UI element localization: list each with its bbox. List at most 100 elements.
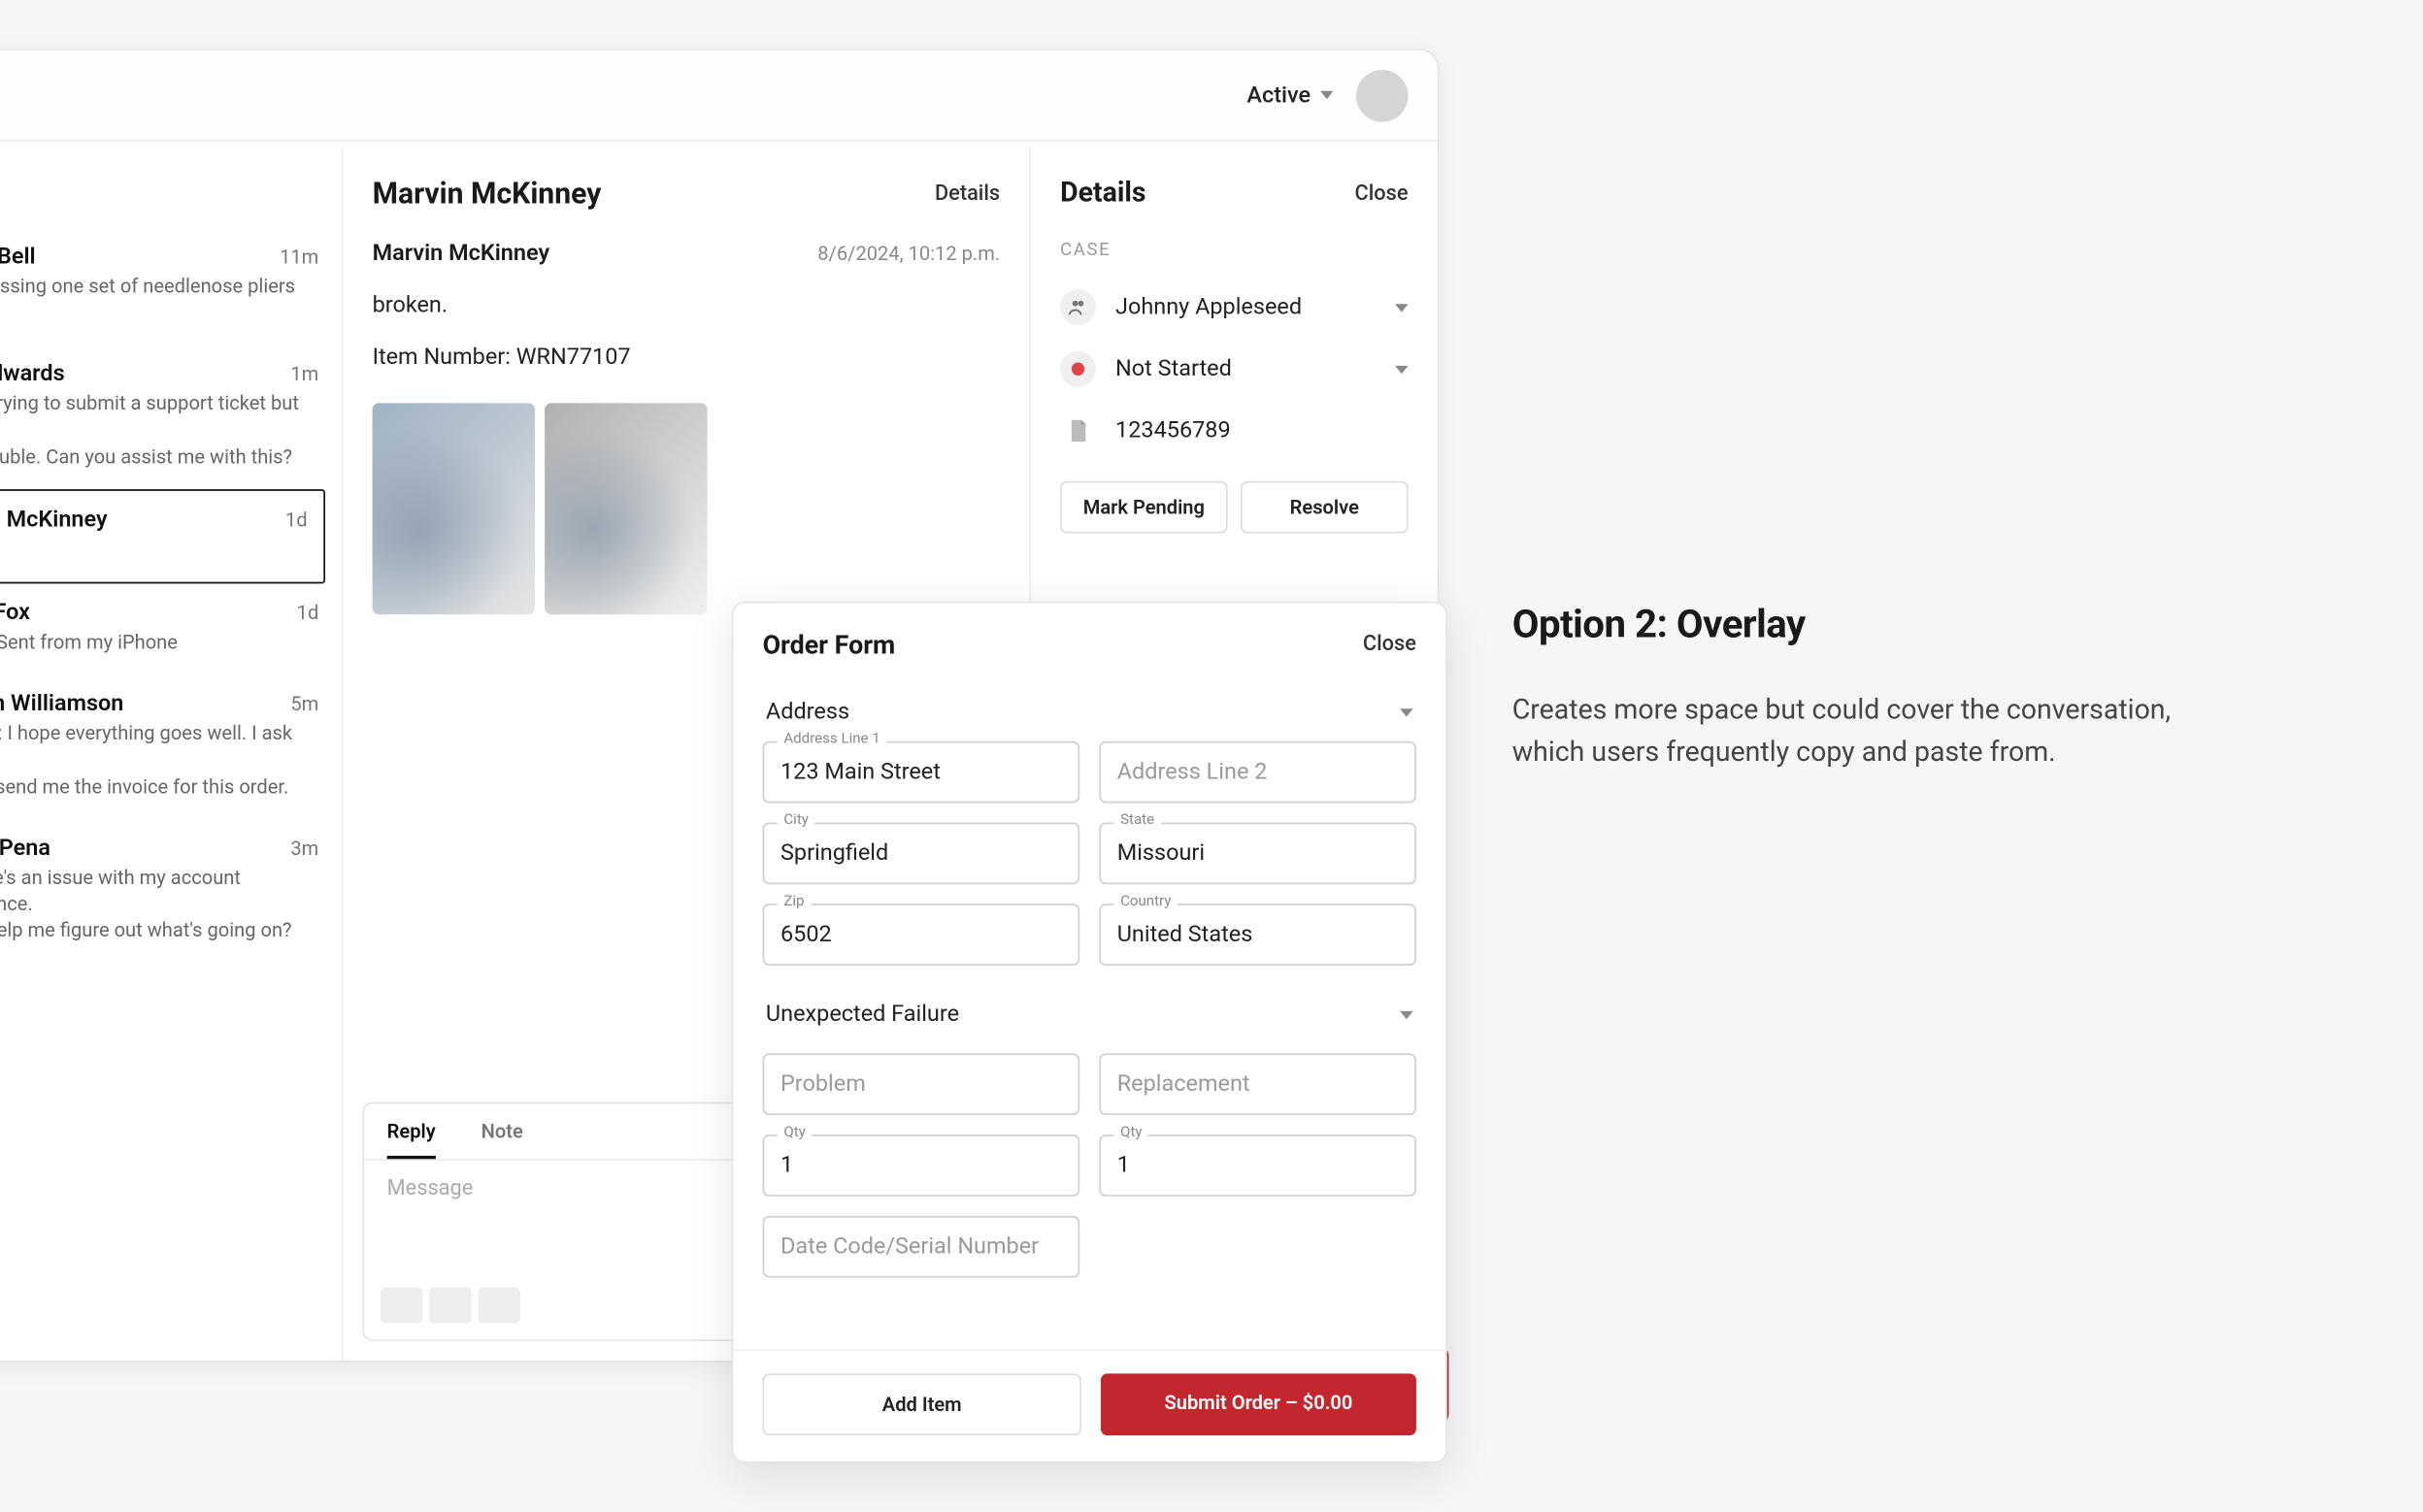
inbox-item-selected[interactable]: vin McKinney 1d n. xyxy=(0,489,325,583)
reply-tab-note[interactable]: Note xyxy=(481,1103,523,1159)
field-placeholder: Replacement xyxy=(1117,1071,1250,1098)
inbox-item-time: 1m xyxy=(290,363,318,385)
inbox-item[interactable]: me Bell 11m ly missing one set of needle… xyxy=(0,228,342,345)
inbox-item-name: nor Pena xyxy=(0,836,50,862)
details-title: Details xyxy=(1060,178,1145,211)
address-line-1-field[interactable]: Address Line 1 123 Main Street xyxy=(763,741,1080,804)
city-field[interactable]: City Springfield xyxy=(763,823,1080,885)
inbox-item[interactable]: nor Pena 3m there's an issue with my acc… xyxy=(0,819,342,963)
inbox-column: x me Bell 11m ly missing one set of need… xyxy=(0,148,343,1361)
problem-field[interactable]: Problem xyxy=(763,1053,1080,1115)
inbox-item-preview: n. xyxy=(0,537,308,563)
inbox-item-time: 5m xyxy=(290,693,318,715)
field-value: 6502 xyxy=(780,922,832,948)
order-form-close[interactable]: Close xyxy=(1363,633,1416,657)
reply-tab-reply[interactable]: Reply xyxy=(387,1103,436,1159)
status-dropdown[interactable]: Not Started xyxy=(1031,338,1438,400)
case-number-row: 123456789 xyxy=(1031,400,1438,462)
state-field[interactable]: State Missouri xyxy=(1099,823,1416,885)
field-placeholder: Address Line 2 xyxy=(1117,759,1268,785)
status-text: Not Started xyxy=(1115,356,1376,382)
chevron-down-icon xyxy=(1320,91,1333,99)
address-section-label: Address xyxy=(766,699,849,725)
inbox-item[interactable]: eron Williamson 5m cton: I hope everythi… xyxy=(0,675,342,819)
order-form-title: Order Form xyxy=(763,629,896,660)
inbox-item-time: 1d xyxy=(297,602,319,624)
chevron-down-icon xyxy=(1395,365,1408,373)
replacement-field[interactable]: Replacement xyxy=(1099,1053,1416,1115)
explainer-title: Option 2: Overlay xyxy=(1512,602,2196,647)
avatar[interactable] xyxy=(1356,69,1409,121)
explainer-panel: Option 2: Overlay Creates more space but… xyxy=(1512,602,2196,775)
address-line-2-field[interactable]: Address Line 2 xyxy=(1099,741,1416,804)
field-label: City xyxy=(778,813,815,830)
inbox-item[interactable]: h Edwards 1m I'm trying to submit a supp… xyxy=(0,345,342,489)
status-label: Active xyxy=(1246,82,1311,109)
status-dropdown[interactable]: Active xyxy=(1246,82,1333,109)
assignee-name: Johnny Appleseed xyxy=(1115,294,1376,320)
message-author: Marvin McKinney xyxy=(373,241,550,267)
attachment-image[interactable] xyxy=(373,403,536,614)
case-section-label: CASE xyxy=(1031,226,1438,277)
reply-action-icon[interactable] xyxy=(478,1288,520,1324)
reason-label: Unexpected Failure xyxy=(766,1002,959,1028)
explainer-body: Creates more space but could cover the c… xyxy=(1512,689,2196,774)
inbox-item-preview: I'm trying to submit a support ticket bu… xyxy=(0,391,318,470)
inbox-item-preview: ly missing one set of needlenose pliers … xyxy=(0,273,318,325)
field-placeholder: Problem xyxy=(780,1071,866,1098)
add-item-button[interactable]: Add Item xyxy=(763,1373,1081,1435)
inbox-item-time: 1d xyxy=(285,509,308,531)
inbox-item-preview: there's an issue with my account balance… xyxy=(0,865,318,943)
case-number: 123456789 xyxy=(1115,417,1409,444)
country-field[interactable]: Country United States xyxy=(1099,904,1416,966)
field-label: State xyxy=(1113,813,1160,830)
field-value: United States xyxy=(1117,922,1253,948)
field-value: Missouri xyxy=(1117,840,1205,867)
inbox-item-name: h Edwards xyxy=(0,361,65,387)
inbox-item[interactable]: ert Fox 1d fine Sent from my iPhone xyxy=(0,584,342,675)
attachment-image[interactable] xyxy=(545,403,708,614)
field-value: 1 xyxy=(1117,1153,1130,1179)
field-label: Qty xyxy=(778,1125,813,1141)
qty-field-1[interactable]: Qty 1 xyxy=(763,1134,1080,1197)
field-value: 1 xyxy=(780,1153,793,1179)
mark-pending-button[interactable]: Mark Pending xyxy=(1060,481,1228,534)
field-label: Zip xyxy=(778,894,812,910)
inbox-item-name: vin McKinney xyxy=(0,507,108,533)
reason-dropdown[interactable]: Unexpected Failure xyxy=(763,985,1416,1043)
chevron-down-icon xyxy=(1400,1010,1412,1018)
document-icon xyxy=(1060,412,1096,448)
message: Marvin McKinney 8/6/2024, 10:12 p.m. bro… xyxy=(343,231,1029,387)
topbar: Active xyxy=(0,50,1438,142)
submit-order-button[interactable]: Submit Order – $0.00 xyxy=(1101,1373,1416,1435)
inbox-item-preview: cton: I hope everything goes well. I ask… xyxy=(0,721,318,800)
field-value: Springfield xyxy=(780,840,888,867)
attachments xyxy=(343,387,1029,614)
status-icon xyxy=(1060,351,1096,387)
reply-action-icon[interactable] xyxy=(429,1288,472,1324)
zip-field[interactable]: Zip 6502 xyxy=(763,904,1080,966)
message-item-number: Item Number: WRN77107 xyxy=(373,345,1001,371)
thread-details-link[interactable]: Details xyxy=(935,182,1000,207)
field-label: Country xyxy=(1113,894,1178,910)
inbox-item-time: 11m xyxy=(280,246,318,268)
field-label: Qty xyxy=(1113,1125,1148,1141)
field-label: Address Line 1 xyxy=(778,732,887,748)
reply-action-icon[interactable] xyxy=(381,1288,423,1324)
chevron-down-icon xyxy=(1400,707,1412,715)
details-close[interactable]: Close xyxy=(1355,181,1409,206)
message-body: broken. xyxy=(373,293,1001,319)
qty-field-2[interactable]: Qty 1 xyxy=(1099,1134,1416,1197)
date-code-field[interactable]: Date Code/Serial Number xyxy=(763,1216,1080,1278)
inbox-header: x xyxy=(0,148,342,227)
field-value: 123 Main Street xyxy=(780,759,941,785)
inbox-item-time: 3m xyxy=(290,837,318,859)
inbox-item-name: ert Fox xyxy=(0,600,30,626)
chevron-down-icon xyxy=(1395,303,1408,311)
assignee-dropdown[interactable]: Johnny Appleseed xyxy=(1031,277,1438,339)
order-form-overlay: Order Form Close Address Address Line 1 … xyxy=(732,602,1447,1463)
inbox-item-name: eron Williamson xyxy=(0,691,123,717)
field-placeholder: Date Code/Serial Number xyxy=(780,1233,1039,1260)
message-timestamp: 8/6/2024, 10:12 p.m. xyxy=(817,243,1000,265)
resolve-button[interactable]: Resolve xyxy=(1241,481,1409,534)
